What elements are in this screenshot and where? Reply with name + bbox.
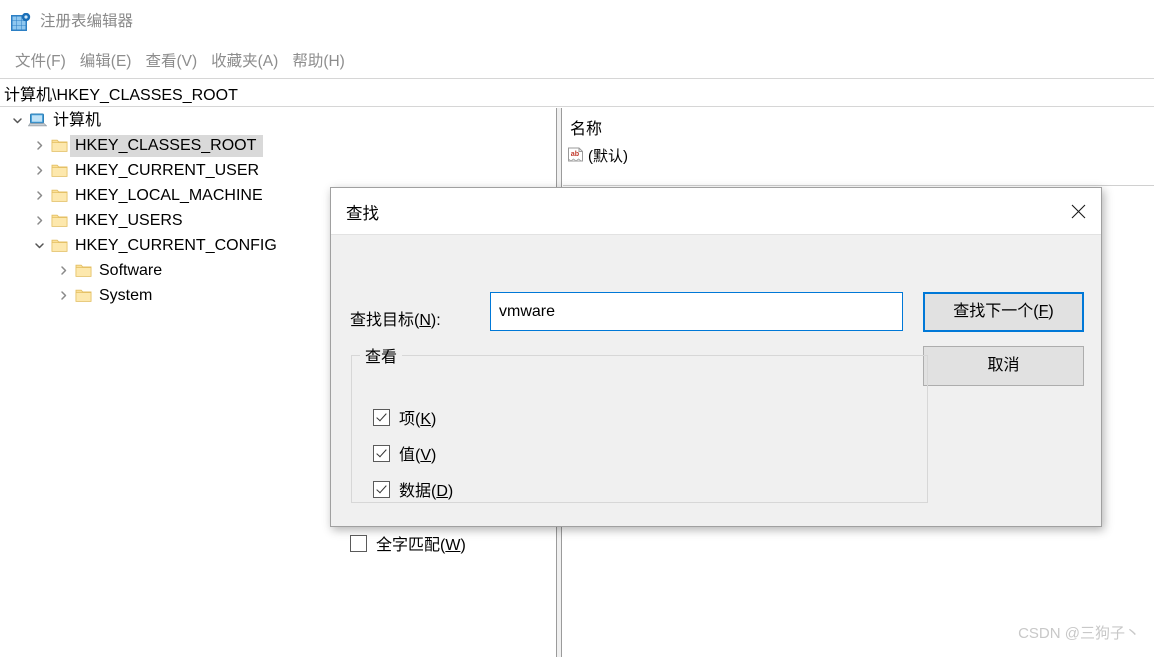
mnemonic-n: N (419, 312, 431, 329)
checkbox-keys[interactable]: 项(K) (373, 405, 436, 429)
chevron-right-icon[interactable] (54, 283, 72, 308)
computer-icon (26, 108, 48, 133)
tree-item-label: HKEY_CLASSES_ROOT (70, 135, 263, 157)
list-header: 名称 ab (默认) (563, 108, 1154, 185)
chevron-down-icon[interactable] (30, 233, 48, 258)
folder-icon (48, 133, 70, 158)
view-options-legend: 查看 (360, 343, 402, 367)
checkbox-match-whole-string-box[interactable] (350, 535, 367, 552)
tree-item-label: Software (94, 260, 169, 282)
tree-item-hkey-classes-root[interactable]: HKEY_CLASSES_ROOT (0, 133, 556, 158)
chevron-right-icon[interactable] (30, 183, 48, 208)
mnemonic-k: K (420, 411, 431, 428)
address-bar[interactable]: 计算机\HKEY_CLASSES_ROOT (0, 78, 1154, 107)
checkbox-keys-label: 项(K) (399, 405, 436, 429)
checkbox-match-whole-string[interactable]: 全字匹配(W) (350, 531, 466, 555)
mnemonic-w: W (445, 537, 460, 554)
dialog-body: 查找目标(N): 查找下一个(F) 取消 查看 项(K) 值(V) 数据(D) … (331, 235, 1101, 526)
checkbox-values[interactable]: 值(V) (373, 441, 436, 465)
checkbox-data[interactable]: 数据(D) (373, 477, 453, 501)
string-value-icon: ab (567, 147, 584, 164)
menu-help[interactable]: 帮助(H) (285, 47, 352, 73)
tree-item-label: System (94, 285, 159, 307)
mnemonic-f: F (1039, 303, 1049, 320)
checkbox-values-label: 值(V) (399, 441, 436, 465)
tree-item-label: HKEY_CURRENT_CONFIG (70, 235, 284, 257)
registry-editor-icon (11, 13, 31, 32)
mnemonic-d: D (436, 483, 448, 500)
checkbox-data-box[interactable] (373, 481, 390, 498)
chevron-right-icon[interactable] (30, 133, 48, 158)
close-icon[interactable] (1055, 188, 1101, 234)
checkbox-keys-box[interactable] (373, 409, 390, 426)
cancel-button[interactable]: 取消 (923, 346, 1084, 386)
folder-icon (48, 158, 70, 183)
find-next-button[interactable]: 查找下一个(F) (923, 292, 1084, 332)
menu-favorites[interactable]: 收藏夹(A) (204, 47, 285, 73)
value-name: (默认) (584, 145, 628, 166)
column-header-name[interactable]: 名称 (570, 115, 602, 139)
chevron-right-icon[interactable] (54, 258, 72, 283)
chevron-right-icon[interactable] (30, 208, 48, 233)
window-titlebar: 注册表编辑器 (0, 0, 1154, 42)
menu-view[interactable]: 查看(V) (138, 47, 204, 73)
tree-item-computer[interactable]: 计算机 (0, 108, 556, 133)
tree-item-label: HKEY_CURRENT_USER (70, 160, 266, 182)
menu-edit[interactable]: 编辑(E) (73, 47, 139, 73)
tree-item-hkey-current-user[interactable]: HKEY_CURRENT_USER (0, 158, 556, 183)
table-row[interactable]: ab (默认) (567, 143, 628, 167)
folder-icon (48, 233, 70, 258)
dialog-titlebar: 查找 (331, 188, 1101, 235)
menubar: 文件(F) 编辑(E) 查看(V) 收藏夹(A) 帮助(H) (0, 44, 1154, 76)
window-title: 注册表编辑器 (40, 12, 133, 32)
svg-text:ab: ab (571, 149, 580, 158)
watermark: CSDN @三狗子丶 (1018, 622, 1140, 643)
mnemonic-v: V (420, 447, 431, 464)
find-dialog: 查找 查找目标(N): 查找下一个(F) 取消 查看 项(K) 值(V) 数据(… (330, 187, 1102, 527)
find-input[interactable] (490, 292, 903, 331)
checkbox-values-box[interactable] (373, 445, 390, 462)
menu-file[interactable]: 文件(F) (8, 47, 73, 73)
checkbox-match-whole-string-label: 全字匹配(W) (376, 531, 466, 555)
chevron-right-icon[interactable] (30, 158, 48, 183)
chevron-down-icon[interactable] (8, 108, 26, 133)
folder-icon (72, 258, 94, 283)
registry-path: 计算机\HKEY_CLASSES_ROOT (0, 81, 238, 105)
find-target-label: 查找目标(N): (350, 306, 441, 330)
list-divider (563, 185, 1154, 186)
dialog-title: 查找 (346, 200, 379, 224)
tree-item-label: HKEY_USERS (70, 210, 190, 232)
folder-icon (72, 283, 94, 308)
folder-icon (48, 208, 70, 233)
tree-item-label: HKEY_LOCAL_MACHINE (70, 185, 270, 207)
tree-item-label: 计算机 (48, 110, 108, 132)
checkbox-data-label: 数据(D) (399, 477, 453, 501)
folder-icon (48, 183, 70, 208)
